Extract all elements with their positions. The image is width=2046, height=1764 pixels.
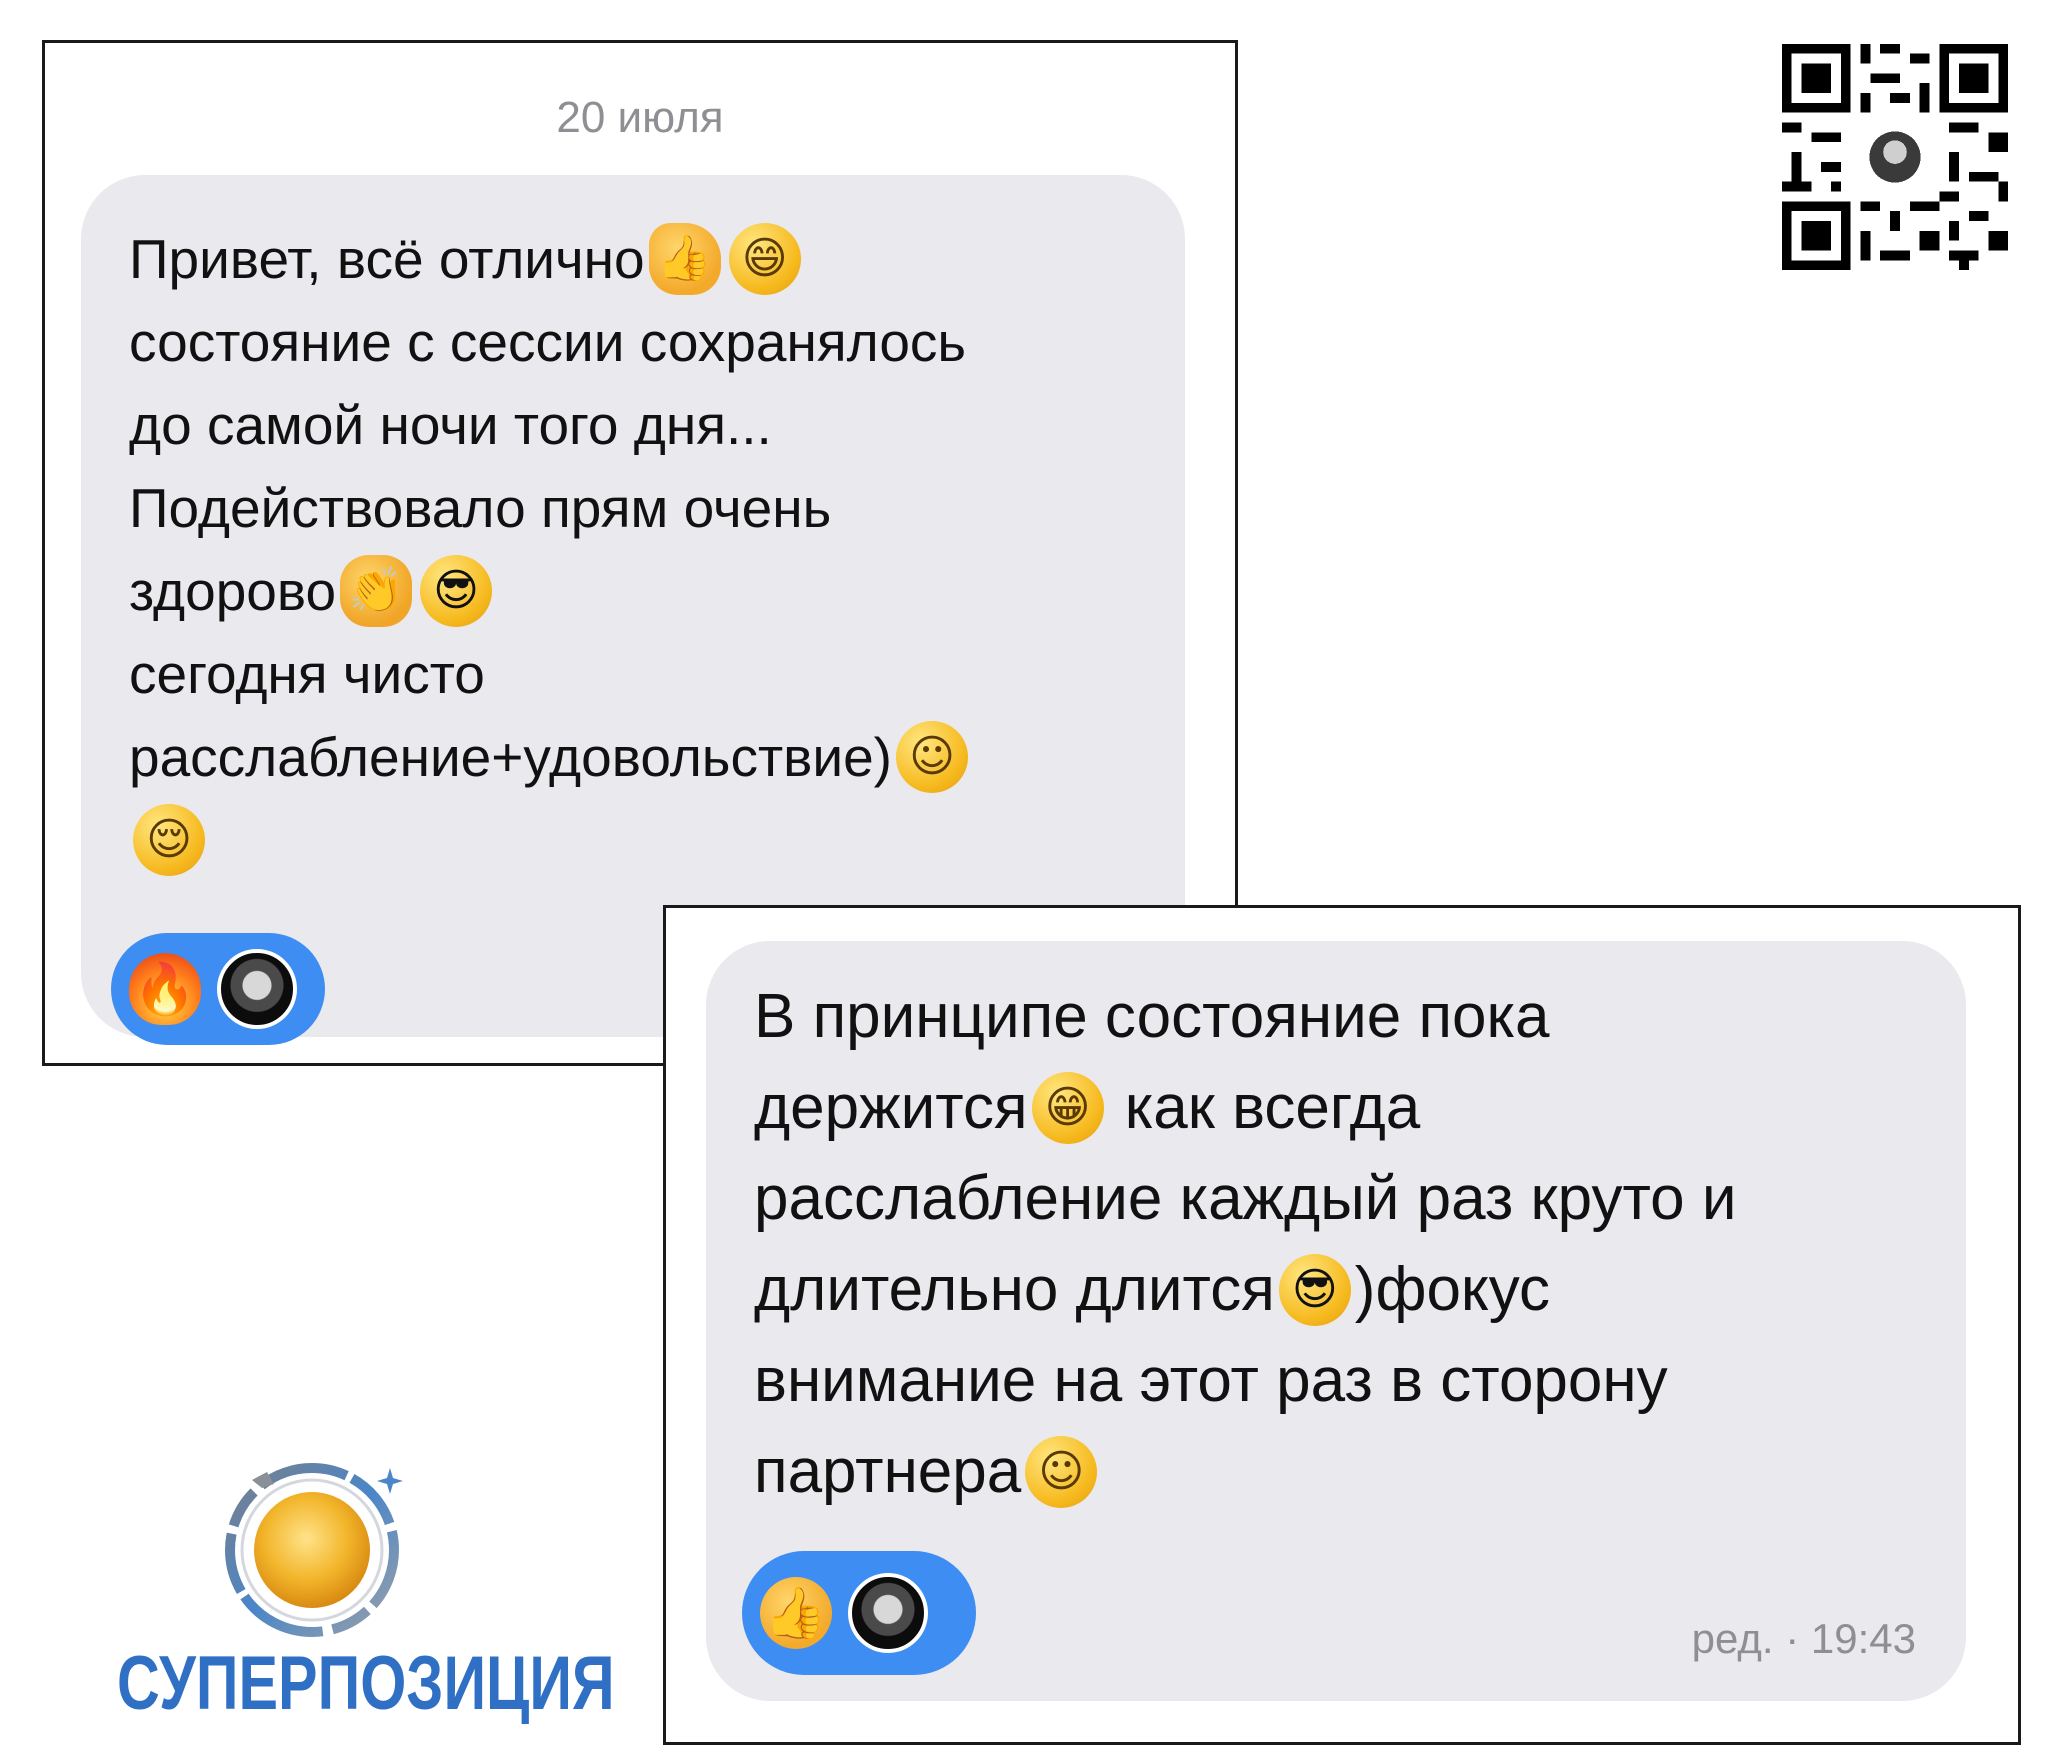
message-text: Привет, всё отлично (129, 227, 645, 290)
grinning-face-emoji-icon: 😄 (728, 222, 801, 295)
reaction-pill[interactable]: 🔥 (111, 933, 325, 1045)
qr-code-icon (1772, 34, 2018, 280)
beaming-face-emoji-icon: 😁 (1031, 1071, 1104, 1144)
smiling-face-emoji-icon: ☺ (896, 720, 968, 793)
message-1-line: состояние с сессии сохранялось (129, 300, 1137, 383)
fire-reaction-icon: 🔥 (129, 953, 201, 1025)
message-text: состояние с сессии сохранялось (129, 310, 967, 373)
message-text: В принципе состояние пока (754, 982, 1550, 1051)
message-text: Подействовало прям очень (129, 476, 832, 539)
message-bubble-2[interactable]: В принципе состояние пока держится 😁 как… (706, 941, 1966, 1701)
message-1-line: Привет, всё отлично 👍 😄 (129, 217, 1137, 300)
thumbs-up-emoji-icon: 👍 (648, 222, 721, 295)
message-2-line: внимание на этот раз в сторону (754, 1335, 1918, 1426)
message-1-line: сегодня чисто (129, 632, 1137, 715)
message-1-line: расслабление+удовольствие) ☺ (129, 715, 1137, 798)
clapping-hands-emoji-icon: 👏 (340, 554, 413, 627)
brand-name: СУПЕРПОЗИЦИЯ (117, 1641, 615, 1726)
brand-logo: СУПЕРПОЗИЦИЯ (62, 1450, 615, 1730)
message-2-line: В принципе состояние пока (754, 971, 1918, 1062)
qr-code[interactable] (1770, 34, 2020, 280)
relieved-face-emoji-icon: 😌 (133, 803, 205, 876)
message-1-line: здорово 👏 😎 (129, 549, 1137, 632)
sun-dragon-logo-icon (225, 1463, 403, 1637)
sunglasses-face-emoji-icon: 😎 (1278, 1253, 1351, 1326)
message-2-line: партнера ☺ (754, 1426, 1918, 1517)
message-text: расслабление+удовольствие) (129, 725, 892, 788)
message-text: сегодня чисто (129, 642, 485, 705)
message-1-line: до самой ночи того дня... (129, 383, 1137, 466)
message-text: партнера (754, 1437, 1022, 1506)
message-text: как всегда (1107, 1073, 1421, 1142)
chat-screenshot-2: В принципе состояние пока держится 😁 как… (663, 905, 2021, 1745)
reactor-avatar (848, 1573, 928, 1653)
message-text: расслабление каждый раз круто и (754, 1164, 1737, 1233)
message-text: длительно длится (754, 1255, 1275, 1324)
message-1-line: Подействовало прям очень (129, 466, 1137, 549)
reactor-avatar (217, 949, 297, 1029)
message-2-line: держится 😁 как всегда (754, 1062, 1918, 1153)
message-1-line: 😌 (129, 798, 1137, 881)
message-2-line: расслабление каждый раз круто и (754, 1153, 1918, 1244)
message-text: до самой ночи того дня... (129, 393, 772, 456)
reaction-pill[interactable]: 👍 (742, 1551, 976, 1675)
thumbs-up-reaction-icon: 👍 (760, 1577, 832, 1649)
date-separator: 20 июля (556, 93, 724, 142)
message-text: держится (754, 1073, 1028, 1142)
message-text: здорово (129, 559, 337, 622)
message-2-line: длительно длится 😎 )фокус (754, 1244, 1918, 1335)
sunglasses-face-emoji-icon: 😎 (420, 554, 493, 627)
message-text: )фокус (1354, 1255, 1551, 1324)
message-text: внимание на этот раз в сторону (754, 1346, 1668, 1415)
smiling-face-emoji-icon: ☺ (1025, 1435, 1098, 1508)
edited-timestamp: ред. · 19:43 (1691, 1615, 1916, 1662)
